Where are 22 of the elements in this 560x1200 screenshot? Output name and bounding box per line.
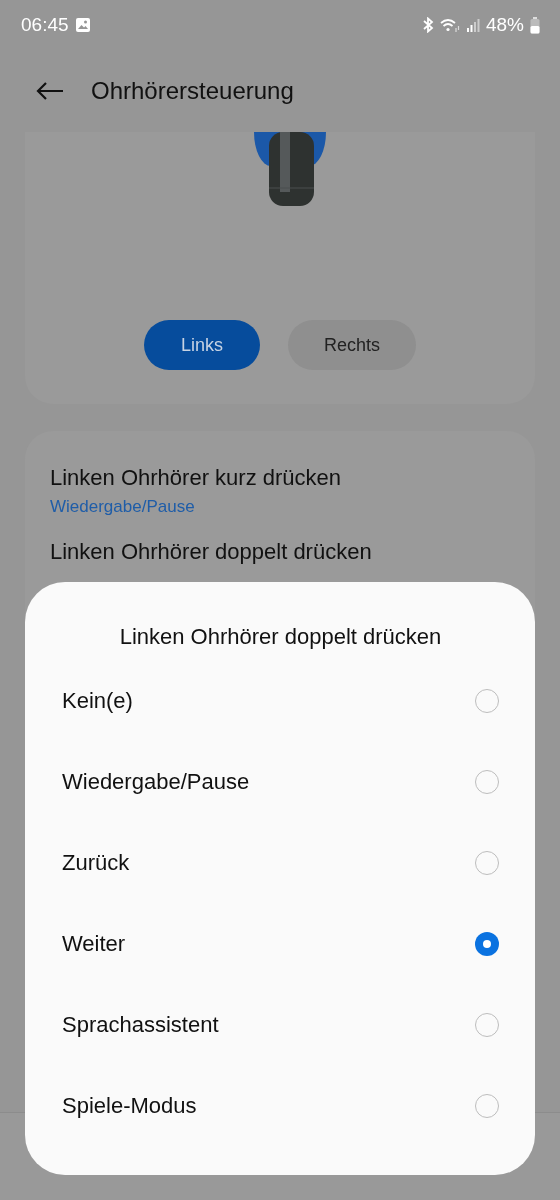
image-icon	[74, 17, 91, 33]
battery-percentage: 48%	[485, 14, 524, 36]
page-title: Ohrhörersteuerung	[91, 77, 294, 105]
bluetooth-icon	[421, 17, 434, 33]
wifi-icon	[439, 17, 460, 33]
dialog-title: Linken Ohrhörer doppelt drücken	[118, 624, 443, 651]
side-toggle[interactable]: Links	[144, 320, 260, 370]
battery-icon	[530, 16, 540, 34]
option-label[interactable]: Spiele-Modus	[62, 1092, 197, 1119]
radio-button[interactable]	[475, 931, 499, 956]
setting-title[interactable]: Linken Ohrhörer kurz drücken	[50, 465, 510, 491]
option-label[interactable]: Kein(e)	[62, 687, 133, 714]
signal-icon	[465, 17, 480, 33]
option-label[interactable]: Weiter	[62, 930, 126, 957]
option-label[interactable]: Wiedergabe/Pause	[62, 768, 250, 795]
option-label[interactable]: Zurück	[62, 849, 130, 876]
status-time: 06:45	[21, 14, 69, 36]
option-label[interactable]: Sprachassistent	[62, 1011, 219, 1038]
setting-value: Wiedergabe/Pause	[50, 497, 196, 517]
side-toggle[interactable]: Rechts	[288, 320, 416, 370]
setting-title[interactable]: Linken Ohrhörer doppelt drücken	[50, 539, 510, 565]
back-arrow-icon[interactable]	[36, 81, 64, 101]
